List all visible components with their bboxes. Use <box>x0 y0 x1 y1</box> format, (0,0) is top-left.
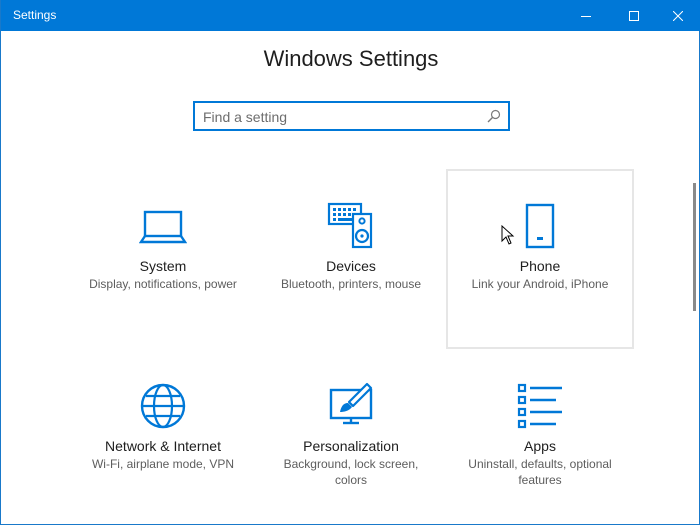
phone-icon <box>525 203 555 249</box>
tile-description: Link your Android, iPhone <box>471 277 609 291</box>
tile-title: Personalization <box>303 438 399 454</box>
tile-description: Uninstall, defaults, optional features <box>468 457 612 487</box>
tile-devices[interactable]: Devices Bluetooth, printers, mouse <box>257 170 445 350</box>
search-input[interactable] <box>203 107 473 127</box>
close-icon <box>673 10 683 21</box>
maximize-icon <box>629 10 639 21</box>
tile-network-internet[interactable]: Network & Internet Wi-Fi, airplane mode,… <box>69 352 257 532</box>
minimize-button[interactable] <box>563 0 609 31</box>
maximize-button[interactable] <box>611 0 657 31</box>
list-icon <box>517 383 562 429</box>
scrollbar-thumb[interactable] <box>693 183 696 311</box>
search-icon[interactable] <box>487 109 501 123</box>
tile-title: Devices <box>326 258 376 274</box>
tile-description: Bluetooth, printers, mouse <box>280 277 422 291</box>
tile-description: Background, lock screen, colors <box>283 457 419 487</box>
tile-phone[interactable]: Phone Link your Android, iPhone <box>446 169 634 349</box>
tile-title: System <box>139 258 187 274</box>
mouse-cursor-icon <box>501 225 515 245</box>
tile-title: Network & Internet <box>105 438 221 454</box>
tile-description: Display, notifications, power <box>89 277 237 291</box>
tile-apps[interactable]: Apps Uninstall, defaults, optional featu… <box>446 352 634 532</box>
tile-personalization[interactable]: Personalization Background, lock screen,… <box>257 352 445 532</box>
close-button[interactable] <box>655 0 700 31</box>
paint-monitor-icon <box>329 382 373 425</box>
minimize-icon <box>581 15 591 17</box>
search-box[interactable] <box>193 101 510 131</box>
title-bar[interactable]: Settings <box>1 0 700 31</box>
laptop-icon <box>139 210 187 244</box>
tile-description: Wi-Fi, airplane mode, VPN <box>91 457 235 471</box>
globe-icon <box>140 383 186 429</box>
settings-window: Settings Windows Settings Find a setting… <box>0 0 700 525</box>
tile-system[interactable]: System Display, notifications, power <box>69 170 257 350</box>
keyboard-speaker-icon <box>327 202 373 249</box>
tile-title: Phone <box>519 258 561 274</box>
page-title: Windows Settings <box>263 46 439 71</box>
tile-title: Apps <box>524 438 556 454</box>
window-title: Settings <box>13 8 57 22</box>
